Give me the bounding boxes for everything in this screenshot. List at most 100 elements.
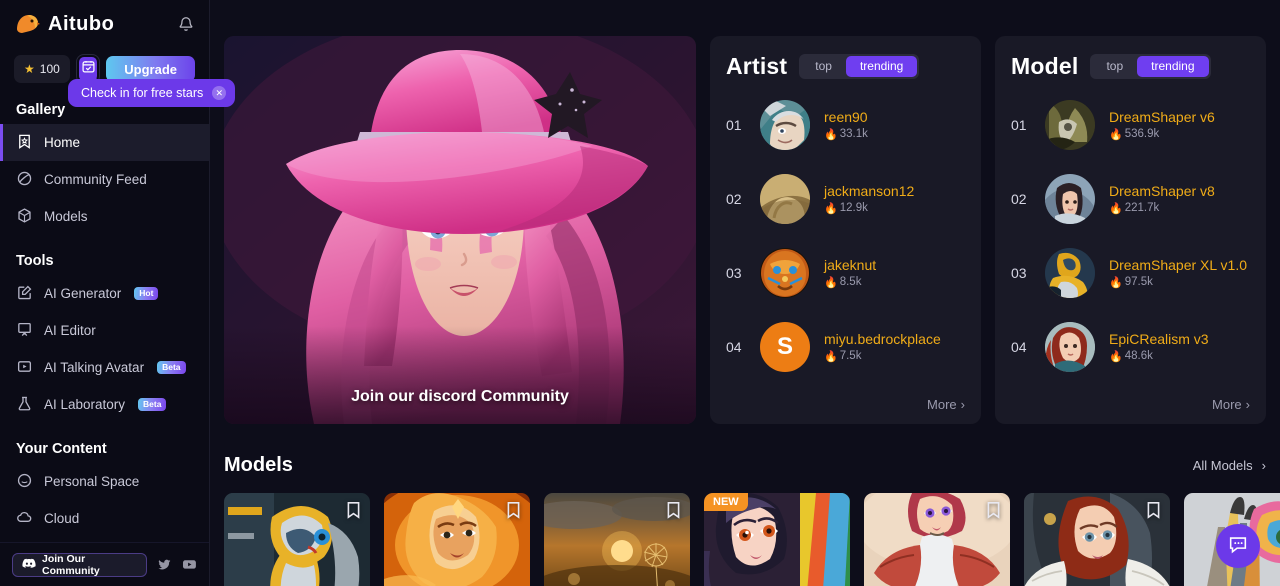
- flame-icon: 🔥: [1109, 128, 1123, 141]
- sidebar-item-tag: Beta: [157, 361, 186, 374]
- sidebar-item-models[interactable]: Models: [0, 198, 209, 235]
- sidebar-item-label: AI Editor: [44, 323, 96, 338]
- bookmark-icon[interactable]: [506, 501, 521, 519]
- artist-avatar: S: [760, 322, 810, 372]
- model-card[interactable]: [1024, 493, 1170, 586]
- rank-row[interactable]: 01 reen90 🔥 33.1k: [726, 88, 965, 162]
- model-info: DreamShaper v8 🔥 221.7k: [1109, 183, 1215, 214]
- model-card[interactable]: [224, 493, 370, 586]
- bookmark-icon[interactable]: [986, 501, 1001, 519]
- rank-number: 03: [726, 265, 742, 281]
- artist-heat-value: 7.5k: [839, 350, 862, 363]
- model-more-label: More: [1212, 397, 1242, 412]
- model-panel-title: Model: [1011, 52, 1079, 79]
- chat-bubble-icon: [1227, 533, 1249, 560]
- artist-heat: 🔥 7.5k: [824, 350, 941, 363]
- sidebar-item-community-feed[interactable]: Community Feed: [0, 161, 209, 198]
- rank-row[interactable]: 01 DreamShaper v6 🔥 536.9k: [1011, 88, 1250, 162]
- sidebar-item-label: Personal Space: [44, 474, 140, 489]
- sidebar-item-ai-editor[interactable]: AI Editor: [0, 312, 209, 349]
- artist-heat-value: 8.5k: [839, 276, 862, 289]
- sidebar-section-tools-title: Tools: [16, 253, 54, 269]
- artist-rank-list: 01 reen90 🔥 33.1k 02 jackmanson12 🔥 12.9…: [726, 82, 965, 397]
- artist-rank-panel: Artist top trending 01 reen90 🔥 33.1k 02…: [710, 36, 981, 424]
- twitter-icon[interactable]: [157, 557, 172, 573]
- model-card[interactable]: [544, 493, 690, 586]
- artist-heat-value: 12.9k: [839, 202, 868, 215]
- hero-caption: Join our discord Community: [351, 388, 569, 405]
- flame-icon: 🔥: [824, 276, 838, 289]
- rank-number: 01: [1011, 117, 1027, 133]
- artist-heat-value: 33.1k: [839, 128, 868, 141]
- tab-trending[interactable]: trending: [1137, 55, 1209, 77]
- flame-icon: 🔥: [824, 202, 838, 215]
- all-models-link[interactable]: All Models ›: [1193, 458, 1266, 473]
- artist-avatar: [760, 174, 810, 224]
- rank-row[interactable]: 03 DreamShaper XL v1.0 🔥 97.5k: [1011, 236, 1250, 310]
- model-more-link[interactable]: More ›: [1212, 397, 1250, 424]
- artist-more-link[interactable]: More ›: [927, 397, 965, 424]
- model-tab-group: top trending: [1090, 53, 1211, 79]
- sidebar-item-ai-talking-avatar[interactable]: AI Talking Avatar Beta: [0, 349, 209, 386]
- model-heat-value: 536.9k: [1124, 128, 1160, 141]
- chevron-right-icon: ›: [960, 397, 965, 412]
- bookmark-icon[interactable]: [346, 501, 361, 519]
- chat-support-button[interactable]: [1216, 524, 1260, 568]
- stars-balance[interactable]: ★ 100: [14, 55, 70, 83]
- artist-name: reen90: [824, 109, 868, 126]
- bell-icon[interactable]: [177, 15, 195, 33]
- planet-icon: [16, 170, 33, 190]
- model-card[interactable]: [384, 493, 530, 586]
- models-card-strip: NEW: [224, 493, 1280, 586]
- model-card[interactable]: NEW: [704, 493, 850, 586]
- model-heat: 🔥 221.7k: [1109, 202, 1215, 215]
- artist-heat: 🔥 12.9k: [824, 202, 914, 215]
- rank-row[interactable]: 04 S miyu.bedrockplace 🔥 7.5k: [726, 310, 965, 384]
- hero-artwork: [224, 36, 696, 424]
- rank-row[interactable]: 03 jakeknut 🔥 8.5k: [726, 236, 965, 310]
- artist-heat: 🔥 8.5k: [824, 276, 876, 289]
- tab-top[interactable]: top: [801, 56, 846, 77]
- model-panel-header: Model top trending: [1011, 50, 1250, 82]
- flame-icon: 🔥: [824, 350, 838, 363]
- model-card[interactable]: [864, 493, 1010, 586]
- sidebar-item-home[interactable]: Home: [0, 124, 209, 161]
- brand-name: Aitubo: [48, 12, 115, 35]
- model-name: DreamShaper v6: [1109, 109, 1215, 126]
- artist-name: jakeknut: [824, 257, 877, 274]
- model-heat: 🔥 536.9k: [1109, 128, 1215, 141]
- cloud-icon: [16, 509, 33, 529]
- model-avatar: [1045, 322, 1095, 372]
- sidebar-item-label: Home: [44, 135, 81, 150]
- easel-icon: [16, 321, 33, 341]
- checkin-tooltip-text: Check in for free stars: [81, 86, 204, 100]
- hero-banner[interactable]: Join our discord Community: [224, 36, 696, 424]
- sidebar-item-personal-space[interactable]: Personal Space: [0, 463, 209, 500]
- sidebar-footer: Join Our Community: [0, 542, 209, 586]
- artist-panel-title: Artist: [726, 52, 788, 79]
- model-heat-value: 221.7k: [1124, 202, 1160, 215]
- youtube-icon[interactable]: [182, 557, 197, 573]
- artist-panel-header: Artist top trending: [726, 50, 965, 82]
- main-content: Join our discord Community Artist top tr…: [210, 0, 1280, 586]
- rank-row[interactable]: 04 EpiCRealism v3 🔥 48.6k: [1011, 310, 1250, 384]
- rank-row[interactable]: 02 DreamShaper v8 🔥 221.7k: [1011, 162, 1250, 236]
- flame-icon: 🔥: [1109, 202, 1123, 215]
- checkin-tooltip: Check in for free stars ✕: [68, 74, 236, 107]
- model-avatar: [1045, 100, 1095, 150]
- rank-number: 02: [1011, 191, 1027, 207]
- close-icon[interactable]: ✕: [212, 86, 227, 100]
- bookmark-icon[interactable]: [666, 501, 681, 519]
- sidebar-item-ai-generator[interactable]: AI Generator Hot: [0, 275, 209, 312]
- sidebar-item-label: Models: [44, 209, 88, 224]
- tab-trending[interactable]: trending: [845, 55, 918, 77]
- sidebar-item-cloud[interactable]: Cloud: [0, 500, 209, 537]
- brand-row: Aitubo: [0, 6, 209, 42]
- bookmark-icon[interactable]: [1146, 501, 1161, 519]
- parrot-logo-icon: [14, 13, 40, 35]
- cube-icon: [16, 207, 33, 227]
- join-community-button[interactable]: Join Our Community: [12, 552, 148, 577]
- sidebar-item-ai-laboratory[interactable]: AI Laboratory Beta: [0, 386, 209, 423]
- tab-top[interactable]: top: [1092, 56, 1137, 77]
- rank-row[interactable]: 02 jackmanson12 🔥 12.9k: [726, 162, 965, 236]
